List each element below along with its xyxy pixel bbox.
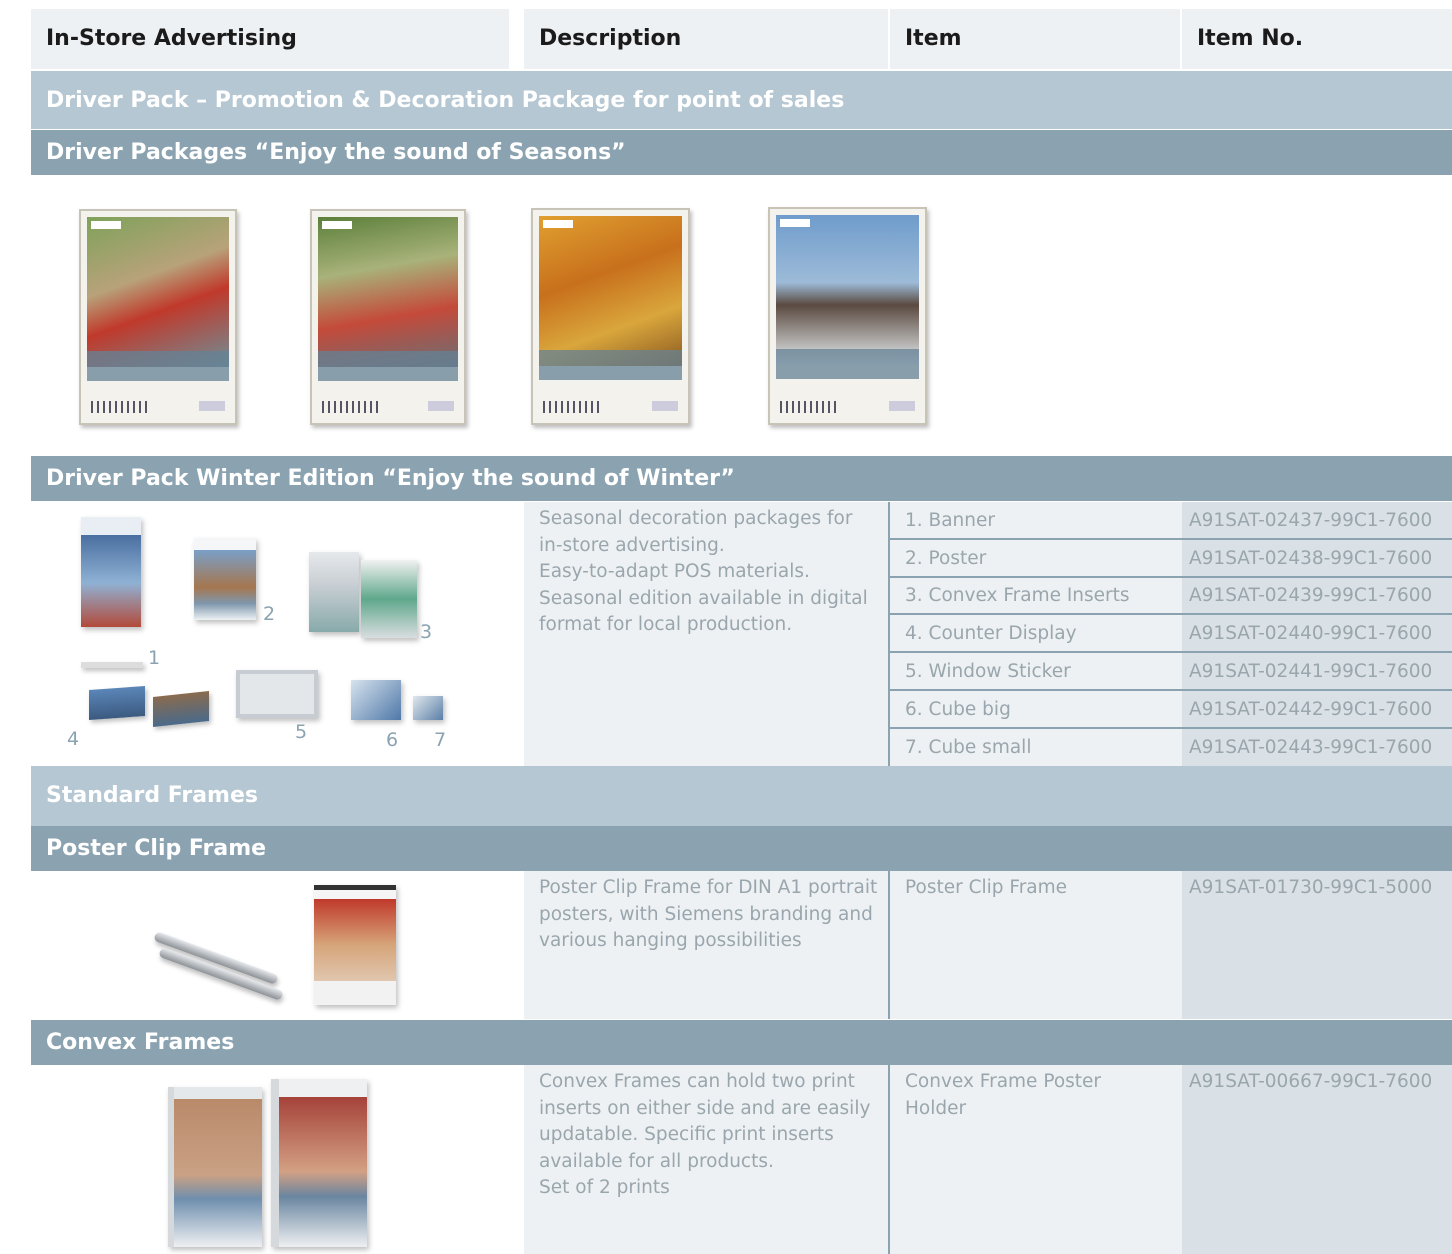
- winter-description-line: in-store advertising.: [539, 534, 725, 556]
- column-header-item-no: Item No.: [1182, 9, 1452, 69]
- convex-description-line: Convex Frames can hold two print: [539, 1071, 855, 1092]
- banner-base-image: [81, 662, 143, 668]
- counter-display-image-b: [153, 691, 209, 727]
- section-standard-frames: Standard Frames: [31, 766, 1452, 826]
- winter-description-line: Seasonal decoration packages for: [539, 508, 853, 529]
- section-poster-clip-frame: Poster Clip Frame: [31, 826, 1452, 871]
- item-no-poster: A91SAT-02438-99C1-7600: [1182, 540, 1452, 578]
- poster-image: [194, 538, 256, 620]
- item-row-convex-frame-inserts: 3. Convex Frame Inserts: [890, 577, 1182, 615]
- poster-winter: [768, 207, 927, 425]
- image-number-5: 5: [295, 721, 308, 743]
- convex-item-line: Convex Frame Poster: [905, 1071, 1102, 1092]
- item-no-window-sticker: A91SAT-02441-99C1-7600: [1182, 653, 1452, 691]
- poster-clip-description-line: various hanging possibilities: [539, 930, 802, 951]
- convex-item-no: A91SAT-00667-99C1-7600: [1182, 1065, 1452, 1254]
- winter-description-line: Seasonal edition available in digital: [539, 587, 868, 609]
- convex-description-line: updatable. Specific print inserts: [539, 1124, 834, 1145]
- winter-item-no-column: A91SAT-02437-99C1-7600 A91SAT-02438-99C1…: [1182, 502, 1452, 766]
- convex-frames-image: [31, 1065, 523, 1254]
- image-number-3: 3: [420, 621, 433, 643]
- counter-display-image-a: [89, 686, 145, 720]
- item-row-window-sticker: 5. Window Sticker: [890, 653, 1182, 691]
- item-row-counter-display: 4. Counter Display: [890, 615, 1182, 653]
- poster-clip-image: [31, 871, 523, 1019]
- cube-big-image: [351, 680, 401, 720]
- poster-clip-description-line: Poster Clip Frame for DIN A1 portrait: [539, 877, 878, 898]
- convex-description-line: inserts on either side and are easily: [539, 1097, 871, 1119]
- item-no-cube-small: A91SAT-02443-99C1-7600: [1189, 737, 1433, 758]
- image-number-1: 1: [148, 647, 161, 669]
- column-header-description: Description: [524, 9, 888, 69]
- convex-insert-image-a: [309, 552, 359, 632]
- winter-description-line: Easy-to-adapt POS materials.: [539, 561, 810, 582]
- convex-item: Convex Frame Poster Holder: [888, 1065, 1182, 1254]
- item-no-cube-big: A91SAT-02442-99C1-7600: [1182, 691, 1452, 729]
- poster-clip-item: Poster Clip Frame: [888, 871, 1182, 1019]
- winter-description-line: format for local production.: [539, 614, 793, 635]
- convex-description-line: available for all products.: [539, 1150, 774, 1172]
- section-driver-pack: Driver Pack – Promotion & Decoration Pac…: [31, 71, 1452, 129]
- image-number-6: 6: [386, 729, 399, 751]
- item-row-banner: 1. Banner: [890, 502, 1182, 540]
- image-number-2: 2: [263, 603, 276, 625]
- poster-summer: [310, 209, 466, 425]
- convex-frame-image-a: [168, 1087, 262, 1247]
- convex-item-line: Holder: [905, 1097, 967, 1119]
- item-no-counter-display: A91SAT-02440-99C1-7600: [1182, 615, 1452, 653]
- poster-clip-description: Poster Clip Frame for DIN A1 portrait po…: [524, 871, 889, 1019]
- convex-description: Convex Frames can hold two print inserts…: [524, 1065, 889, 1254]
- convex-insert-image-b: [361, 560, 417, 638]
- poster-autumn: [531, 208, 690, 425]
- section-convex-frames: Convex Frames: [31, 1020, 1452, 1065]
- item-row-cube-small: 7. Cube small: [905, 737, 1032, 758]
- clip-poster-image: [314, 885, 396, 1005]
- winter-product-images: [31, 502, 523, 766]
- convex-frame-image-b: [271, 1079, 367, 1247]
- column-header-item: Item: [890, 9, 1180, 69]
- column-header-in-store-advertising: In-Store Advertising: [31, 9, 509, 69]
- window-sticker-image: [236, 670, 318, 718]
- section-driver-packages: Driver Packages “Enjoy the sound of Seas…: [31, 130, 1452, 175]
- item-row-poster: 2. Poster: [890, 540, 1182, 578]
- convex-description-line: Set of 2 prints: [539, 1177, 670, 1198]
- image-number-4: 4: [67, 728, 80, 750]
- item-row-cube-big: 6. Cube big: [890, 691, 1182, 729]
- cube-small-image: [413, 696, 443, 720]
- image-number-7: 7: [434, 729, 447, 751]
- banner-image: [81, 517, 141, 627]
- poster-clip-description-line: posters, with Siemens branding and: [539, 903, 873, 925]
- winter-item-column: 1. Banner 2. Poster 3. Convex Frame Inse…: [888, 502, 1182, 766]
- winter-description: Seasonal decoration packages for in-stor…: [524, 502, 889, 766]
- item-no-convex-frame-inserts: A91SAT-02439-99C1-7600: [1182, 577, 1452, 615]
- section-winter-edition: Driver Pack Winter Edition “Enjoy the so…: [31, 456, 1452, 501]
- item-no-banner: A91SAT-02437-99C1-7600: [1182, 502, 1452, 540]
- poster-clip-item-no: A91SAT-01730-99C1-5000: [1182, 871, 1452, 1019]
- poster-spring: [79, 209, 237, 425]
